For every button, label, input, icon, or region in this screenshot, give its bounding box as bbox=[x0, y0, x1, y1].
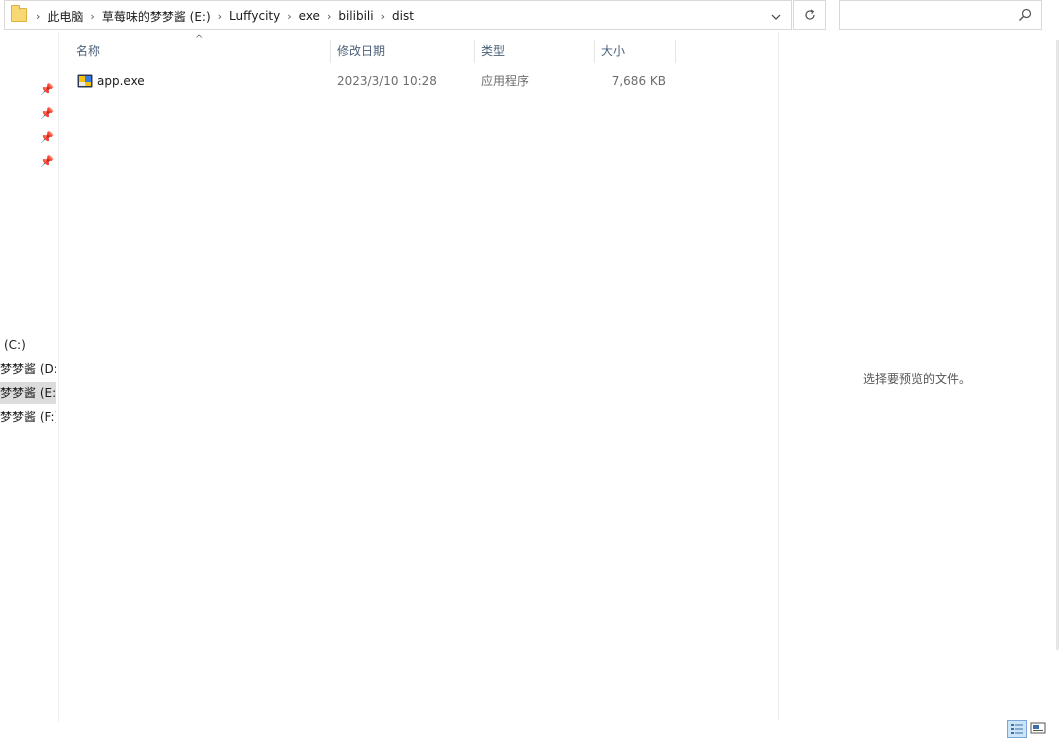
preview-message: 选择要预览的文件。 bbox=[863, 372, 972, 386]
breadcrumb-separator-icon[interactable]: › bbox=[327, 10, 331, 23]
breadcrumb-item-drive-e[interactable]: 草莓味的梦梦酱 (E:) bbox=[102, 8, 211, 25]
breadcrumb-separator-icon[interactable]: › bbox=[218, 10, 222, 23]
preview-pane: 选择要预览的文件。 bbox=[778, 32, 1057, 720]
navigation-pane: 📌 📌 📌 📌 (C:) 梦梦酱 (D: 梦梦酱 (E: 梦梦酱 (F:) bbox=[0, 32, 59, 722]
nav-item-drive-e[interactable]: 梦梦酱 (E: bbox=[0, 382, 56, 404]
column-header-type-label: 类型 bbox=[481, 44, 506, 58]
column-header-size[interactable]: 大小 bbox=[595, 38, 676, 65]
breadcrumb-separator-icon[interactable]: › bbox=[381, 10, 385, 23]
breadcrumb: › 此电脑 › 草莓味的梦梦酱 (E:) › Luffycity › exe ›… bbox=[29, 1, 414, 31]
breadcrumb-item-this-pc[interactable]: 此电脑 bbox=[47, 8, 83, 25]
file-date-modified: 2023/3/10 10:28 bbox=[337, 74, 437, 88]
details-view-icon bbox=[1011, 724, 1023, 734]
pin-icon: 📌 bbox=[40, 83, 54, 96]
column-header-date-modified[interactable]: 修改日期 bbox=[331, 38, 475, 65]
file-size: 7,686 KB bbox=[611, 74, 666, 88]
pin-icon: 📌 bbox=[40, 107, 54, 120]
breadcrumb-separator-icon[interactable]: › bbox=[287, 10, 291, 23]
breadcrumb-item-luffycity[interactable]: Luffycity bbox=[229, 9, 280, 23]
large-icons-view-button[interactable] bbox=[1029, 720, 1049, 738]
column-header-name-label: 名称 bbox=[76, 44, 101, 58]
chevron-down-icon[interactable] bbox=[767, 7, 785, 25]
nav-item-drive-f[interactable]: 梦梦酱 (F:) bbox=[0, 406, 56, 428]
column-header-size-label: 大小 bbox=[601, 44, 626, 58]
pin-icon: 📌 bbox=[40, 155, 54, 168]
column-header-type[interactable]: 类型 bbox=[475, 38, 595, 65]
address-bar[interactable]: › 此电脑 › 草莓味的梦梦酱 (E:) › Luffycity › exe ›… bbox=[4, 0, 792, 30]
breadcrumb-item-bilibili[interactable]: bilibili bbox=[338, 9, 373, 23]
large-icons-view-icon bbox=[1030, 722, 1046, 734]
search-icon[interactable] bbox=[1017, 7, 1033, 23]
pin-icon: 📌 bbox=[40, 131, 54, 144]
details-view-button[interactable] bbox=[1007, 720, 1027, 738]
breadcrumb-item-dist[interactable]: dist bbox=[392, 9, 414, 23]
nav-item-drive-d[interactable]: 梦梦酱 (D: bbox=[0, 358, 56, 380]
refresh-button[interactable] bbox=[793, 0, 826, 30]
column-header-date-label: 修改日期 bbox=[337, 44, 386, 58]
refresh-icon bbox=[804, 9, 815, 20]
breadcrumb-separator-icon[interactable]: › bbox=[36, 10, 40, 23]
file-name: app.exe bbox=[97, 74, 145, 88]
breadcrumb-item-exe[interactable]: exe bbox=[299, 9, 320, 23]
file-row[interactable]: app.exe 2023/3/10 10:28 应用程序 7,686 KB bbox=[70, 70, 676, 92]
application-icon bbox=[77, 74, 93, 88]
breadcrumb-separator-icon[interactable]: › bbox=[90, 10, 94, 23]
column-header-row: 名称 修改日期 类型 大小 bbox=[70, 38, 676, 65]
column-header-name[interactable]: 名称 bbox=[70, 38, 331, 65]
search-box[interactable] bbox=[839, 0, 1042, 30]
folder-icon bbox=[11, 5, 27, 22]
nav-item-drive-c[interactable]: (C:) bbox=[0, 334, 60, 356]
search-input[interactable] bbox=[844, 5, 1008, 27]
file-type: 应用程序 bbox=[481, 74, 530, 88]
